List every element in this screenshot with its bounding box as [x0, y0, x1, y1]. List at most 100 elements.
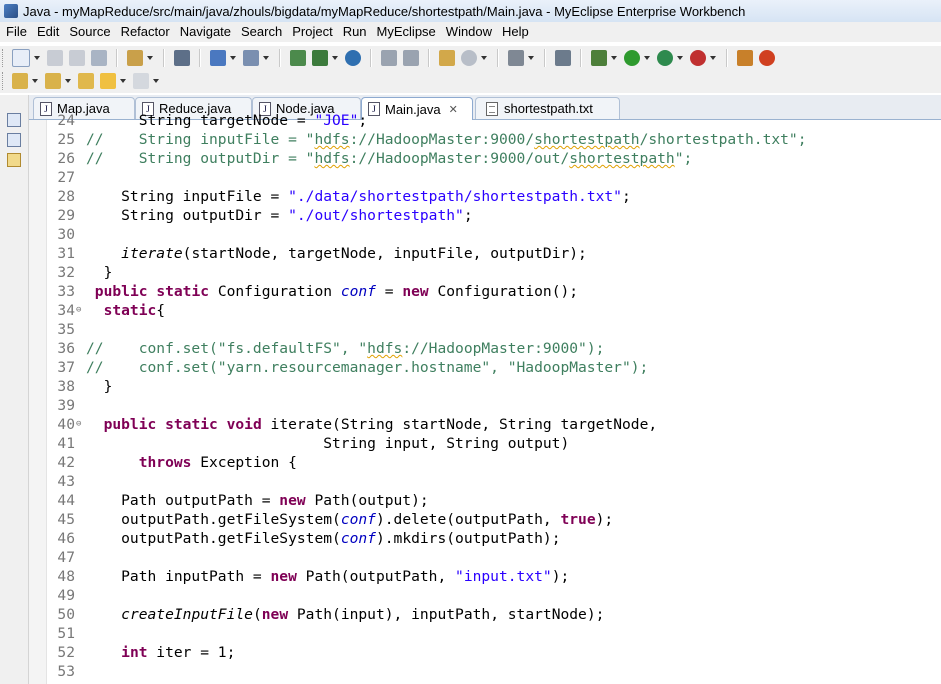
line-number: 50 [57, 606, 75, 623]
line-number: 42 [57, 454, 75, 471]
tab-shortestpath-txt[interactable]: shortestpath.txt [475, 97, 620, 119]
code-text: outputPath.getFileSystem(conf).mkdirs(ou… [86, 530, 561, 547]
code-text: Path inputPath = new Path(outputPath, "i… [86, 568, 570, 585]
myeclipse-logo-icon [4, 4, 18, 18]
back-dropdown-icon[interactable] [120, 79, 126, 83]
open-type-icon[interactable] [127, 50, 143, 66]
menu-help[interactable]: Help [497, 22, 534, 42]
previous-annotation-dropdown-icon[interactable] [65, 79, 71, 83]
terminal-icon[interactable] [174, 50, 190, 66]
run-dropdown-icon[interactable] [644, 56, 650, 60]
annotation-ruler[interactable] [29, 120, 47, 684]
debug-icon[interactable] [591, 50, 607, 66]
menu-source[interactable]: Source [64, 22, 115, 42]
toolbar-grip[interactable] [2, 49, 6, 67]
text-file-icon [486, 101, 498, 116]
code-text: // String outputDir = "hdfs://HadoopMast… [86, 150, 693, 167]
print-icon[interactable] [91, 50, 107, 66]
debug-dropdown-icon[interactable] [611, 56, 617, 60]
hierarchy-icon[interactable] [7, 153, 21, 167]
run-icon[interactable] [624, 50, 640, 66]
toolbar-separator [544, 49, 546, 67]
code-editor[interactable]: 24 String targetNode = "JOE"; 25 // Strin… [29, 112, 941, 684]
package-explorer-icon[interactable] [7, 133, 21, 147]
server-icon[interactable] [312, 50, 328, 66]
tab-main-java[interactable]: J Main.java ✕ [361, 97, 473, 120]
camera-icon[interactable] [508, 50, 524, 66]
menu-run[interactable]: Run [338, 22, 372, 42]
menu-navigate[interactable]: Navigate [175, 22, 236, 42]
restore-icon[interactable] [7, 113, 21, 127]
disconnect-icon[interactable] [381, 50, 397, 66]
toolbar-separator [199, 49, 201, 67]
code-text: String input, String output) [86, 435, 570, 452]
refresh-icon[interactable] [759, 50, 775, 66]
server-dropdown-icon[interactable] [332, 56, 338, 60]
line-number: 38 [57, 378, 75, 395]
code-text: public static Configuration conf = new C… [94, 283, 579, 300]
line-number: 26 [57, 150, 75, 167]
perspective-icon[interactable] [737, 50, 753, 66]
external-tools-dropdown-icon[interactable] [677, 56, 683, 60]
menu-refactor[interactable]: Refactor [116, 22, 175, 42]
next-annotation-dropdown-icon[interactable] [32, 79, 38, 83]
save-icon[interactable] [47, 50, 63, 66]
image-editor-icon[interactable] [439, 50, 455, 66]
profile-dropdown-icon[interactable] [710, 56, 716, 60]
menu-myeclipse[interactable]: MyEclipse [372, 22, 441, 42]
save-all-icon[interactable] [69, 50, 85, 66]
code-text: String outputDir = "./out/shortestpath"; [86, 207, 473, 224]
new-java-project-icon[interactable] [210, 50, 226, 66]
open-type-dropdown-icon[interactable] [147, 56, 153, 60]
external-tools-icon[interactable] [657, 50, 673, 66]
new-dropdown-icon[interactable] [34, 56, 40, 60]
menu-edit[interactable]: Edit [32, 22, 64, 42]
line-number: 51 [57, 625, 75, 642]
code-area[interactable]: 24 String targetNode = "JOE"; 25 // Strin… [46, 112, 941, 684]
new-icon[interactable] [12, 49, 30, 67]
toggle-icon[interactable] [555, 50, 571, 66]
back-arrow-icon[interactable] [100, 73, 116, 89]
search-icon[interactable] [243, 50, 259, 66]
previous-annotation-icon[interactable] [45, 73, 61, 89]
new-java-project-dropdown-icon[interactable] [230, 56, 236, 60]
toolbar-separator [726, 49, 728, 67]
fold-collapse-icon[interactable]: ⊖ [76, 415, 81, 434]
line-number: 36 [57, 340, 75, 357]
code-text: Path outputPath = new Path(output); [86, 492, 429, 509]
code-text: createInputFile(new Path(input), inputPa… [121, 606, 605, 623]
menu-file[interactable]: File [0, 22, 32, 42]
next-annotation-icon[interactable] [12, 73, 28, 89]
forward-arrow-icon[interactable] [133, 73, 149, 89]
left-trim-bar [0, 95, 29, 684]
line-number: 33 [57, 283, 75, 300]
toolbar-separator [580, 49, 582, 67]
line-number: 29 [57, 207, 75, 224]
wizard-icon[interactable] [461, 50, 477, 66]
code-text: static{ [103, 302, 166, 319]
menu-project[interactable]: Project [287, 22, 337, 42]
line-number: 43 [57, 473, 75, 490]
toolbar-separator [116, 49, 118, 67]
close-icon[interactable]: ✕ [449, 103, 458, 116]
line-number: 47 [57, 549, 75, 566]
wizard-dropdown-icon[interactable] [481, 56, 487, 60]
code-text: public static void iterate(String startN… [103, 416, 658, 433]
fold-collapse-icon[interactable]: ⊖ [76, 301, 81, 320]
line-number: 48 [57, 568, 75, 585]
stop-icon[interactable] [403, 50, 419, 66]
menu-window[interactable]: Window [441, 22, 497, 42]
code-text: iterate(startNode, targetNode, inputFile… [121, 245, 587, 262]
forward-dropdown-icon[interactable] [153, 79, 159, 83]
profile-icon[interactable] [690, 50, 706, 66]
line-number: 31 [57, 245, 75, 262]
browser-globe-icon[interactable] [345, 50, 361, 66]
menu-search[interactable]: Search [236, 22, 287, 42]
toolbar-separator [279, 49, 281, 67]
toolbar-grip[interactable] [2, 72, 6, 90]
last-edit-location-icon[interactable] [78, 73, 94, 89]
camera-dropdown-icon[interactable] [528, 56, 534, 60]
deploy-icon[interactable] [290, 50, 306, 66]
toolbar-separator [370, 49, 372, 67]
search-dropdown-icon[interactable] [263, 56, 269, 60]
